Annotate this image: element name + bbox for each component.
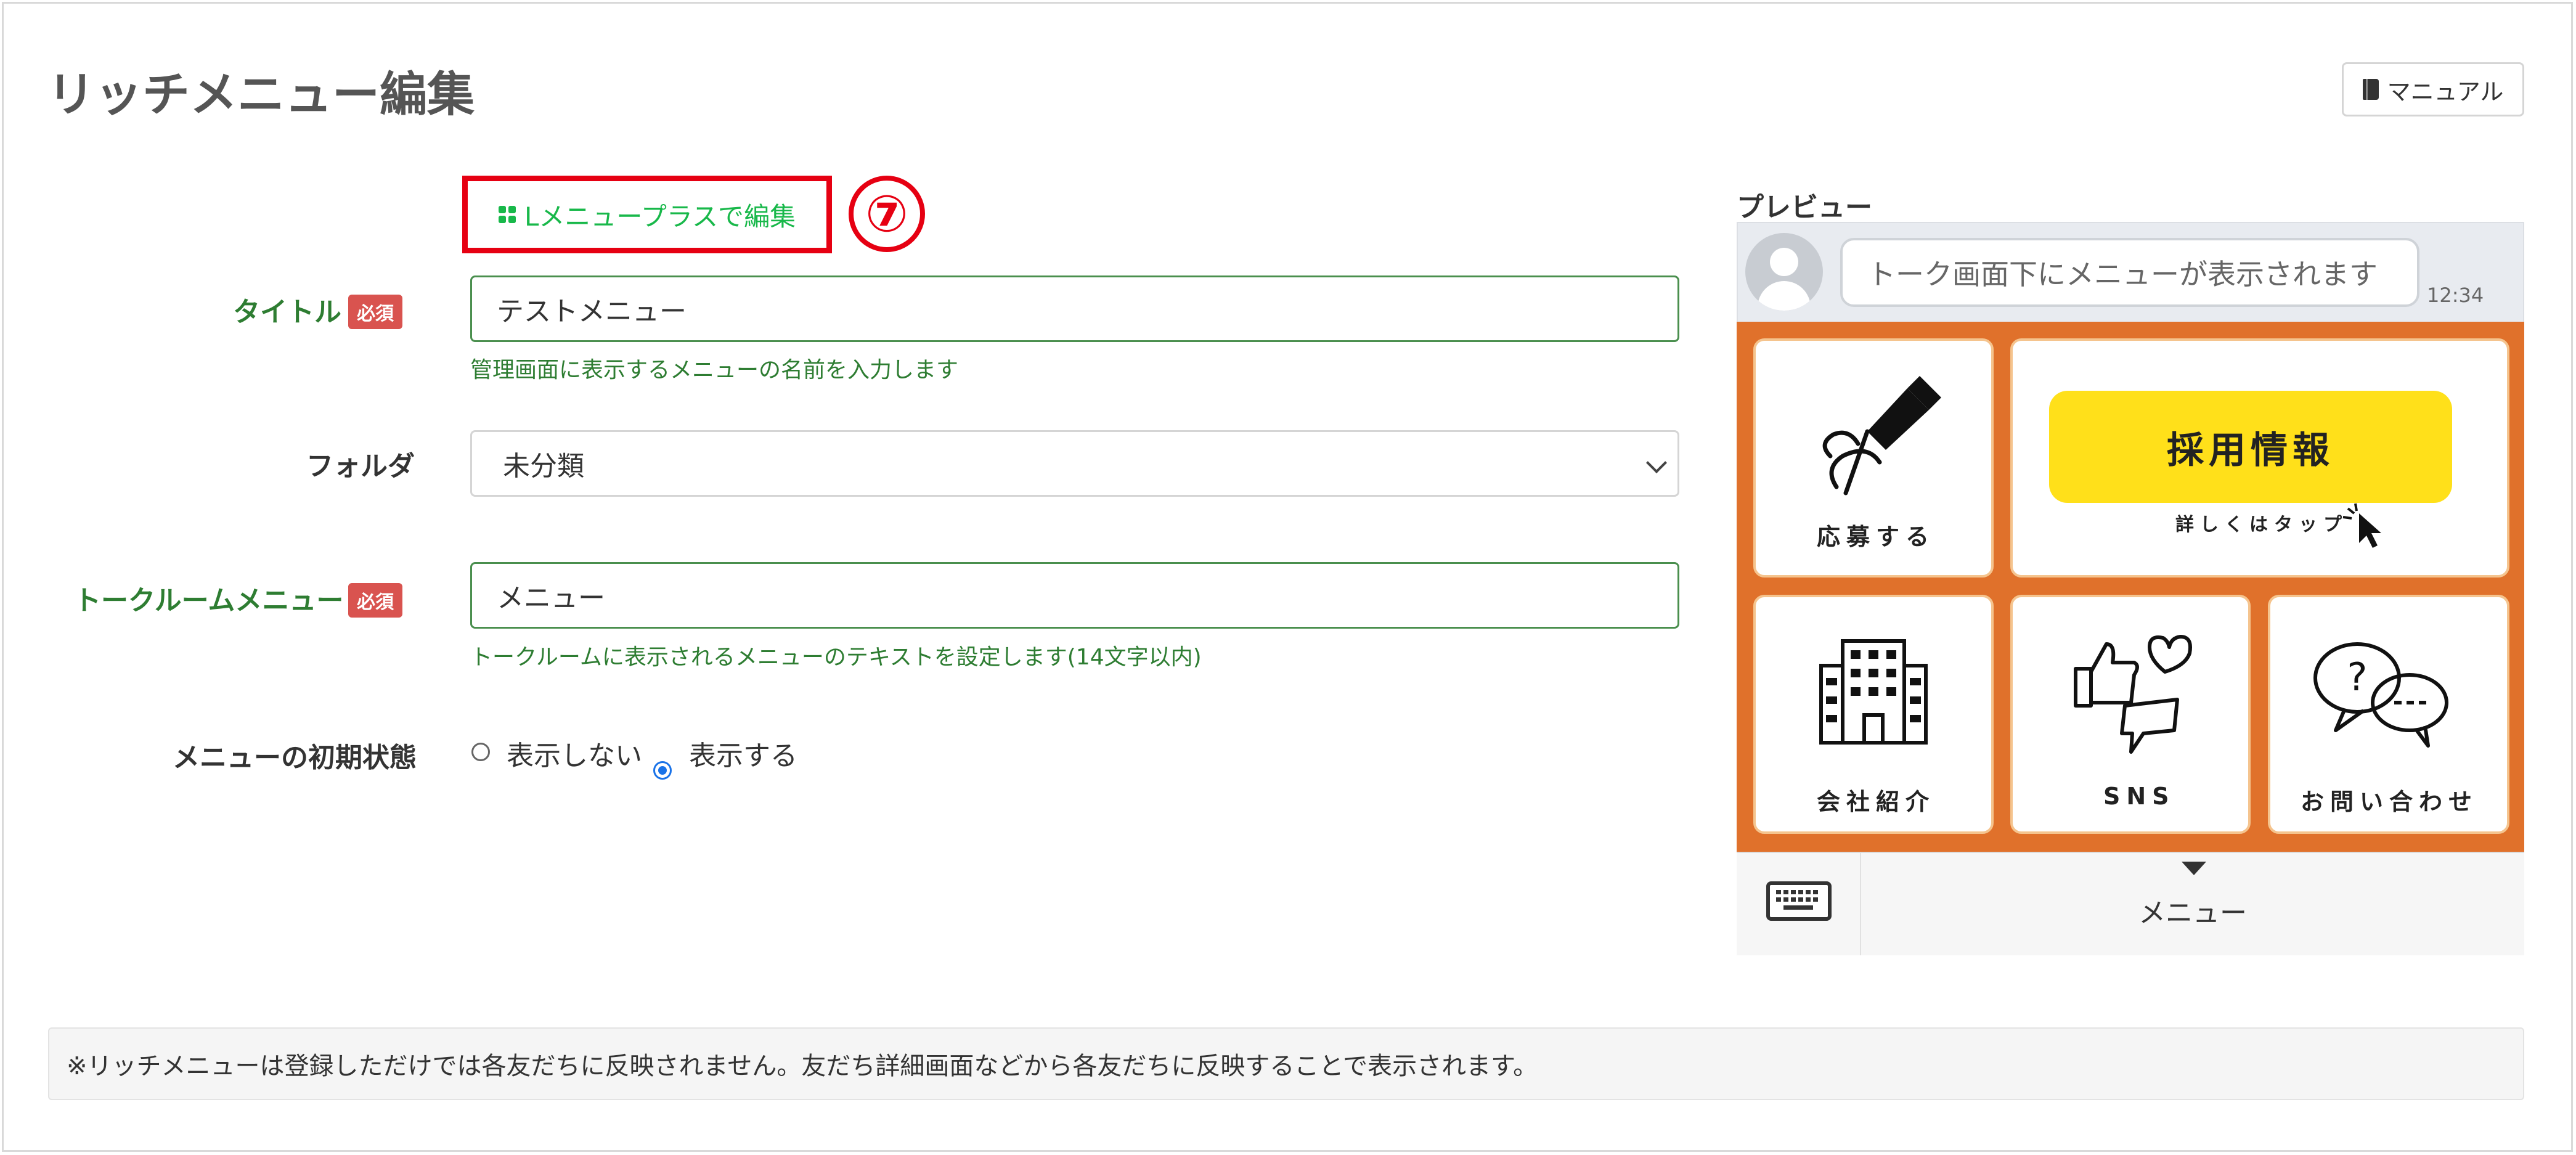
tile-contact-label: お問い合わせ	[2301, 788, 2479, 815]
book-icon	[2362, 79, 2379, 100]
sns-icon	[2074, 635, 2192, 754]
recruit-info-label: 採用情報	[2167, 428, 2334, 472]
folder-select-value: 未分類	[503, 451, 584, 482]
tile-apply-label: 応募する	[1817, 523, 1936, 550]
radio-show-label[interactable]: 表示する	[689, 733, 797, 773]
avatar	[1745, 233, 1823, 311]
tile-company-label: 会社紹介	[1817, 788, 1936, 815]
folder-select[interactable]: 未分類	[470, 430, 1679, 497]
radio-show[interactable]	[653, 761, 672, 780]
talkroom-menu-input-value: メニュー	[497, 582, 605, 614]
svg-text:?: ?	[2347, 655, 2368, 700]
title-input[interactable]: テストメニュー	[470, 275, 1679, 342]
menu-bar-divider	[1860, 853, 1861, 955]
recruit-info-button: 採用情報	[2049, 391, 2452, 503]
talkroom-menu-input[interactable]: メニュー	[470, 562, 1679, 629]
manual-button-label: マニュアル	[2387, 78, 2504, 105]
notice-text: ※リッチメニューは登録しただけでは各友だちに反映されません。友だち詳細画面などか…	[67, 1052, 1538, 1080]
keyboard-icon[interactable]	[1766, 881, 1832, 921]
title-required-badge: 必須	[348, 295, 402, 329]
menu-collapse-icon[interactable]	[2182, 862, 2206, 875]
initial-state-label: メニューの初期状態	[173, 742, 417, 773]
cursor-icon	[2342, 503, 2381, 548]
radio-hide[interactable]	[471, 743, 490, 761]
talkroom-required-badge: 必須	[348, 583, 402, 618]
talkroom-help-text: トークルームに表示されるメニューのテキストを設定します(14文字以内)	[470, 645, 1202, 670]
notice-box: ※リッチメニューは登録しただけでは各友だちに反映されません。友だち詳細画面などか…	[48, 1027, 2524, 1100]
folder-label: フォルダ	[306, 451, 415, 482]
chat-bubble-text: トーク画面下にメニューが表示されます	[1867, 258, 2378, 291]
page-title: リッチメニュー編集	[47, 68, 475, 123]
message-time: 12:34	[2427, 284, 2484, 307]
talkroom-menu-label: トークルームメニュー	[74, 585, 344, 616]
title-help-text: 管理画面に表示するメニューの名前を入力します	[470, 357, 959, 383]
question-bubble-icon: ?	[2313, 642, 2448, 748]
grid-icon	[498, 206, 516, 223]
chat-bubble: トーク画面下にメニューが表示されます	[1840, 238, 2419, 307]
radio-hide-label[interactable]: 表示しない	[507, 733, 642, 773]
tile-sns-label: SNS	[2103, 783, 2175, 810]
title-label: タイトル	[233, 296, 341, 328]
title-input-value: テストメニュー	[497, 296, 687, 327]
recruit-tap-text: 詳しくはタップ	[2175, 514, 2348, 536]
preview-label: プレビュー	[1737, 192, 1872, 223]
building-icon	[1819, 639, 1928, 745]
preview-menu-label[interactable]: メニュー	[2138, 891, 2247, 930]
pen-hand-icon	[1822, 376, 1941, 496]
chevron-down-icon	[1646, 452, 1667, 473]
preview-menu-bar	[1737, 852, 2524, 955]
lmenu-plus-edit-button[interactable]: Lメニュープラスで編集	[462, 176, 832, 253]
manual-button[interactable]: マニュアル	[2342, 62, 2524, 116]
step-number-badge: ⑦	[849, 176, 925, 252]
lmenu-plus-edit-label: Lメニュープラスで編集	[524, 201, 796, 232]
